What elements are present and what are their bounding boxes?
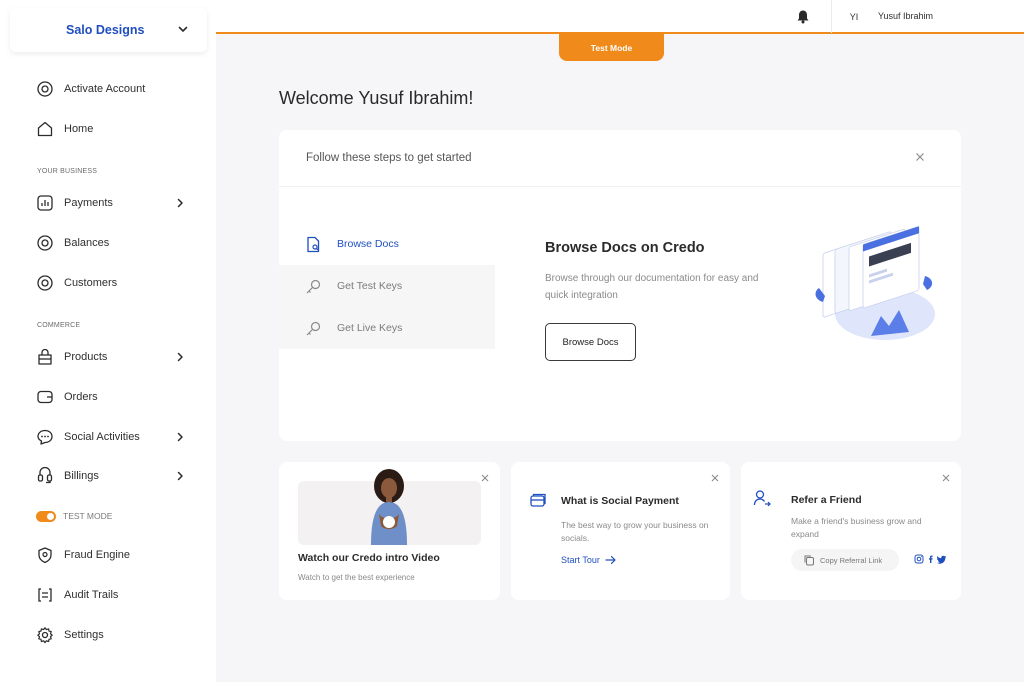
chevron-right-icon (177, 471, 183, 481)
refer-card-description: Make a friend's business grow and expand (791, 516, 922, 539)
document-search-icon (307, 236, 320, 252)
close-icon[interactable] (711, 474, 719, 482)
steps-header: Follow these steps to get started (306, 152, 472, 164)
step-detail-description: Browse through our documentation for eas… (545, 273, 759, 301)
sidebar-item-settings[interactable]: Settings (36, 623, 196, 647)
close-icon[interactable] (915, 152, 925, 162)
sidebar-item-label: Social Activities (64, 431, 140, 443)
key-icon (306, 279, 321, 293)
add-user-icon (753, 490, 771, 507)
avatar[interactable]: YI (842, 6, 866, 28)
org-name: Salo Designs (66, 23, 145, 37)
intro-video-card[interactable]: Watch our Credo intro Video Watch to get… (279, 462, 500, 600)
balances-icon (36, 234, 54, 252)
refer-friend-card: Refer a Friend Make a friend's business … (741, 462, 961, 600)
refer-card-title: Refer a Friend (791, 494, 862, 506)
sidebar-item-billings[interactable]: Billings (36, 464, 196, 488)
bell-icon[interactable] (796, 9, 810, 24)
sidebar-item-label: Activate Account (64, 83, 146, 95)
step-label: Get Live Keys (337, 322, 403, 334)
docs-illustration (815, 226, 935, 340)
section-label-commerce: COMMERCE (37, 322, 81, 329)
billings-icon (36, 467, 54, 485)
sidebar-item-label: Fraud Engine (64, 549, 131, 561)
toggle-switch[interactable] (36, 510, 56, 522)
social-activities-icon (36, 428, 54, 446)
test-mode-badge: Test Mode (559, 34, 664, 61)
step-detail-title: Browse Docs on Credo (545, 240, 705, 256)
step-get-live-keys[interactable]: Get Live Keys (279, 307, 495, 349)
sidebar-item-customers[interactable]: Customers (36, 271, 196, 295)
sidebar-item-activate-account[interactable]: Activate Account (36, 77, 196, 101)
sidebar-item-balances[interactable]: Balances (36, 231, 196, 255)
step-label: Get Test Keys (337, 280, 403, 292)
payments-icon (36, 194, 54, 212)
activate-icon (36, 80, 54, 98)
sidebar-item-label: Payments (64, 197, 113, 209)
social-card-description: The best way to grow your business on so… (561, 520, 709, 543)
org-switcher[interactable]: Salo Designs (10, 8, 207, 52)
video-card-title: Watch our Credo intro Video (298, 552, 440, 564)
sidebar-item-label: Audit Trails (64, 589, 119, 601)
instagram-icon[interactable] (914, 554, 924, 564)
twitter-icon[interactable] (937, 554, 947, 564)
user-name[interactable]: Yusuf Ibrahim (878, 11, 933, 21)
key-icon (306, 321, 321, 335)
step-get-test-keys[interactable]: Get Test Keys (279, 265, 495, 307)
sidebar: Salo Designs Activate Account Home YOUR … (0, 0, 216, 682)
chevron-right-icon (177, 352, 183, 362)
copy-icon (804, 555, 814, 566)
wallet-icon (530, 493, 546, 507)
customers-icon (36, 274, 54, 292)
browse-docs-button[interactable]: Browse Docs (545, 323, 636, 361)
fraud-engine-icon (36, 546, 54, 564)
chevron-down-icon (178, 26, 188, 32)
sidebar-item-social-activities[interactable]: Social Activities (36, 425, 196, 449)
sidebar-item-label: Billings (64, 470, 99, 482)
sidebar-item-home[interactable]: Home (36, 117, 196, 141)
sidebar-item-label: Home (64, 123, 94, 135)
page-title: Welcome Yusuf Ibrahim! (279, 88, 474, 108)
settings-icon (36, 626, 54, 644)
sidebar-item-fraud-engine[interactable]: Fraud Engine (36, 543, 196, 567)
header-divider (831, 0, 832, 33)
start-tour-label: Start Tour (561, 555, 600, 565)
sidebar-item-payments[interactable]: Payments (36, 191, 196, 215)
divider (279, 186, 961, 187)
getting-started-card: Follow these steps to get started Browse… (279, 130, 961, 441)
close-icon[interactable] (942, 474, 950, 482)
sidebar-item-orders[interactable]: Orders (36, 385, 196, 409)
chevron-right-icon (177, 432, 183, 442)
sidebar-item-label: Customers (64, 277, 118, 289)
social-payment-card: What is Social Payment The best way to g… (511, 462, 730, 600)
facebook-icon[interactable] (926, 554, 936, 564)
sidebar-item-label: Balances (64, 237, 110, 249)
test-mode-toggle[interactable]: TEST MODE (36, 504, 196, 528)
start-tour-link[interactable]: Start Tour (561, 555, 617, 565)
sidebar-item-products[interactable]: Products (36, 345, 196, 369)
step-browse-docs[interactable]: Browse Docs (279, 223, 495, 265)
sidebar-item-label: Products (64, 351, 108, 363)
test-mode-label: TEST MODE (63, 511, 113, 521)
audit-trails-icon (36, 586, 54, 604)
social-card-title: What is Social Payment (561, 495, 679, 507)
home-icon (36, 120, 54, 138)
presenter-image (371, 469, 407, 545)
copy-referral-link-button[interactable]: Copy Referral Link (791, 549, 899, 571)
video-card-subtitle: Watch to get the best experience (298, 573, 415, 582)
copy-referral-label: Copy Referral Link (820, 555, 883, 565)
sidebar-item-label: Settings (64, 629, 104, 641)
close-icon[interactable] (481, 474, 489, 482)
products-icon (36, 348, 54, 366)
step-label: Browse Docs (337, 238, 399, 250)
section-label-business: YOUR BUSINESS (37, 168, 98, 175)
sidebar-item-audit-trails[interactable]: Audit Trails (36, 583, 196, 607)
sidebar-item-label: Orders (64, 391, 98, 403)
chevron-right-icon (177, 198, 183, 208)
orders-icon (36, 388, 54, 406)
arrow-right-icon (605, 555, 616, 565)
